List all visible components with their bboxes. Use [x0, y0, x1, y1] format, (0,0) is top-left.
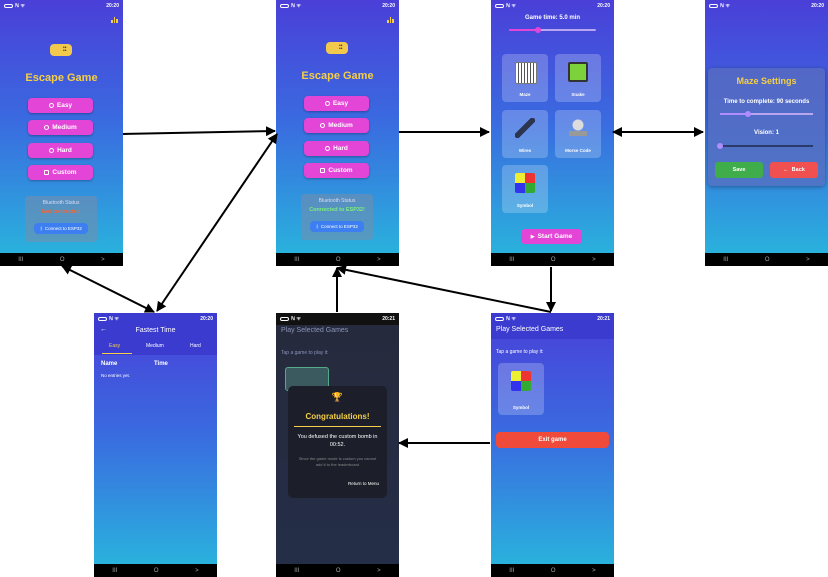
bluetooth-status-text: Not connected [41, 209, 81, 215]
bluetooth-icon: ᛒ [316, 224, 319, 229]
game-card-symbol[interactable]: Symbol [498, 363, 544, 415]
bluetooth-status-panel: Bluetooth Status Not connected ᛒ Connect … [25, 196, 97, 242]
bluetooth-status-text: Connected to ESP32! [309, 207, 365, 213]
dialog-title: Maze Settings [736, 76, 797, 86]
gamepad-icon: •• •• [326, 42, 348, 54]
exit-game-button[interactable]: Exit game [496, 432, 609, 448]
page-title: Play Selected Games [281, 327, 349, 334]
column-header-name: Name [101, 361, 118, 367]
arrow-home-fastest [61, 265, 155, 313]
arrow-home-to-connected [122, 126, 276, 137]
symbol-icon [511, 371, 531, 391]
system-nav-bar: III O > [0, 253, 123, 266]
time-slider-fill [720, 113, 748, 115]
maze-settings-dialog: Maze Settings Time to complete: 90 secon… [708, 68, 825, 186]
dialog-note: Since the game mode is custom you cannot… [298, 456, 377, 467]
status-bar: ℕ ᯤ 20:20 [94, 313, 217, 325]
easy-button[interactable]: Easy [28, 98, 93, 113]
game-time-slider-fill [509, 29, 538, 31]
page-title: Escape Game [301, 70, 374, 82]
back-button[interactable]: ← Back [770, 162, 818, 178]
arrow-connected-fastest [156, 133, 278, 312]
screen-play-selected: ℕ ᯤ 20:21 Play Selected Games Tap a game … [491, 313, 614, 577]
dialog-message: You defused the custom bomb in 00:52. [297, 434, 378, 448]
gamepad-icon: •• •• [50, 44, 72, 56]
morse-key-icon [568, 118, 588, 138]
status-bar: ℕ ᯤ 20:21 [491, 313, 614, 325]
screen-home-disconnected: ℕ ᯤ 20:20 •• •• Escape Game Easy Medium H… [0, 0, 123, 266]
status-bar: ℕ ᯤ 20:20 [491, 0, 614, 12]
game-time-label: Game time: 5.0 min [524, 15, 581, 21]
empty-message: No entries yet. [101, 373, 131, 378]
hard-button[interactable]: Hard [28, 143, 93, 158]
start-game-button[interactable]: ▶ Start Game [521, 229, 582, 244]
tab-hard[interactable]: Hard [190, 343, 201, 349]
bluetooth-status-header: Bluetooth Status [42, 200, 80, 206]
system-nav-bar: III O > [94, 564, 217, 577]
screen-congratulations: ℕ ᯤ 20:21 Play Selected Games Tap a game … [276, 313, 399, 577]
maze-icon [515, 62, 537, 84]
dialog-title: Congratulations! [305, 412, 370, 421]
connect-button[interactable]: ᛒ Connect to ESP32 [34, 223, 88, 234]
game-card-morse-code[interactable]: Morse Code [555, 110, 601, 158]
arrow-play-to-connected [336, 264, 552, 313]
connect-button[interactable]: ᛒ Connect to ESP32 [310, 221, 364, 232]
page-title: Play Selected Games [496, 326, 564, 333]
page-title: Fastest Time [135, 327, 176, 334]
vision-slider[interactable] [717, 143, 813, 149]
column-header-time: Time [154, 361, 168, 367]
status-bar: ℕ ᯤ 20:20 [0, 0, 123, 12]
tab-easy[interactable]: Easy [109, 343, 120, 349]
custom-button[interactable]: Custom [28, 165, 93, 180]
screen-fastest-time: ℕ ᯤ 20:20 ← Fastest Time Easy Medium Hard… [94, 313, 217, 577]
game-card-symbol[interactable]: Symbol [502, 165, 548, 213]
trophy-icon: 🏆 [331, 392, 344, 402]
time-slider[interactable] [720, 111, 813, 117]
system-nav-bar: III O > [276, 564, 399, 577]
game-time-slider[interactable] [509, 27, 596, 33]
screen-home-connected: ℕ ᯤ 20:20 •• •• Escape Game Easy Medium H… [276, 0, 399, 266]
system-nav-bar: III O > [276, 253, 399, 266]
snake-icon [568, 62, 588, 82]
screen-custom-select: ℕ ᯤ 20:20 Game time: 5.0 min Maze Snake W… [491, 0, 614, 266]
tab-medium[interactable]: Medium [146, 343, 164, 349]
vision-slider-thumb[interactable] [717, 143, 723, 149]
vision-label: Vision: 1 [754, 130, 779, 136]
wires-icon [515, 118, 535, 138]
medium-button[interactable]: Medium [28, 120, 93, 135]
status-bar: ℕ ᯤ 20:21 [276, 313, 399, 325]
time-to-complete-label: Time to complete: 90 seconds [723, 99, 810, 105]
system-nav-bar: III O > [491, 253, 614, 266]
game-card-maze[interactable]: Maze [502, 54, 548, 102]
dialog-divider [294, 426, 381, 427]
bluetooth-status-header: Bluetooth Status [318, 198, 356, 204]
status-bar: ℕ ᯤ 20:20 [276, 0, 399, 12]
hard-button[interactable]: Hard [304, 141, 369, 156]
leaderboard-icon[interactable] [387, 17, 395, 23]
save-button[interactable]: Save [715, 162, 763, 178]
bluetooth-icon: ᛒ [40, 226, 43, 231]
time-slider-thumb[interactable] [744, 111, 751, 117]
medium-button[interactable]: Medium [304, 118, 369, 133]
symbol-icon [515, 173, 535, 193]
leaderboard-icon[interactable] [111, 17, 119, 23]
tab-easy-indicator [102, 353, 132, 354]
instruction-text: Tap a game to play it: [281, 350, 329, 356]
instruction-text: Tap a game to play it: [496, 349, 544, 355]
screen-maze-settings: ℕ ᯤ 20:20 Maze Settings Time to complete:… [705, 0, 828, 266]
bluetooth-status-panel: Bluetooth Status Connected to ESP32! ᛒ Co… [301, 194, 373, 240]
game-card-wires[interactable]: Wires [502, 110, 548, 158]
game-card-snake[interactable]: Snake [555, 54, 601, 102]
system-nav-bar: III O > [491, 564, 614, 577]
custom-button[interactable]: Custom [304, 163, 369, 178]
system-nav-bar: III O > [705, 253, 828, 266]
easy-button[interactable]: Easy [304, 96, 369, 111]
play-icon: ▶ [530, 233, 535, 240]
congrats-dialog: 🏆 Congratulations! You defused the custo… [288, 386, 387, 498]
status-bar: ℕ ᯤ 20:20 [705, 0, 828, 12]
page-title: Escape Game [25, 72, 98, 84]
game-time-slider-thumb[interactable] [534, 27, 541, 33]
back-arrow-icon: ← [783, 167, 789, 173]
return-to-menu-button[interactable]: Return to Menu [348, 481, 379, 486]
